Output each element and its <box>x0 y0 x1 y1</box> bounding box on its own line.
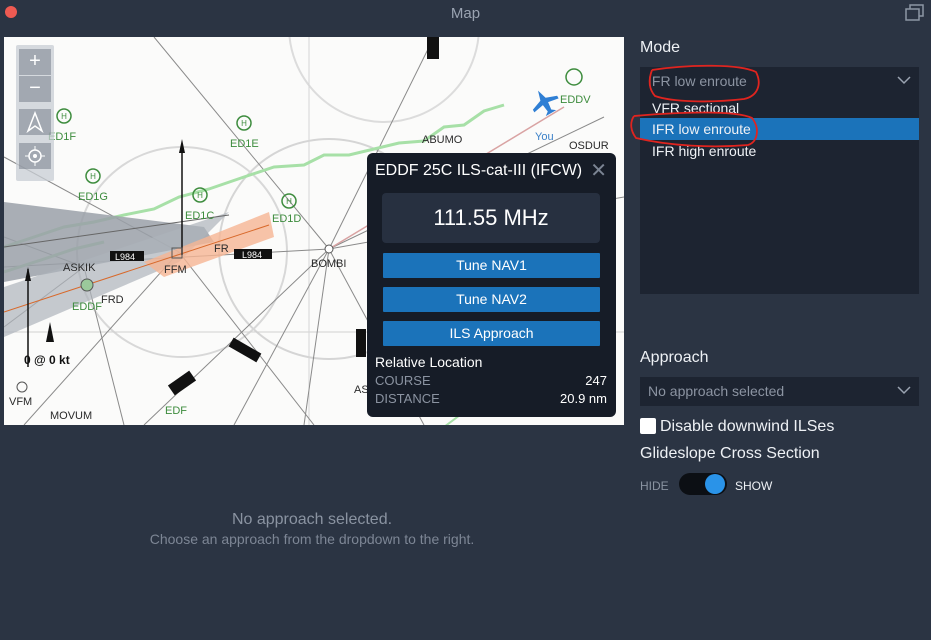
empty-state-title: No approach selected. <box>231 511 393 528</box>
navaid-label: FFM <box>164 264 187 276</box>
airport-label: EDF <box>165 405 187 417</box>
navaid-label: VFM <box>9 396 33 408</box>
north-up-button[interactable] <box>19 109 51 135</box>
title-bar: Map <box>0 0 931 28</box>
airway-label: L984 <box>115 252 136 262</box>
mode-option-ifr-low-enroute[interactable]: IFR low enroute <box>640 118 919 140</box>
mode-option-vfr-sectional[interactable]: VFR sectional <box>640 97 919 119</box>
airport-label: ED1E <box>230 138 259 150</box>
svg-text:H: H <box>61 112 67 121</box>
mode-label: Mode <box>640 39 681 56</box>
chevron-down-icon <box>897 386 911 395</box>
disable-downwind-label: Disable downwind ILSes <box>660 418 835 435</box>
popup-title: EDDF 25C ILS-cat-III (IFCW) <box>375 162 583 179</box>
svg-text:H: H <box>286 197 292 206</box>
tune-nav2-button[interactable]: Tune NAV2 <box>383 287 600 312</box>
waypoint-label: BOMBI <box>311 258 347 270</box>
approach-selected-value: No approach selected <box>648 383 785 399</box>
center-on-aircraft-button[interactable] <box>19 143 51 169</box>
svg-text:H: H <box>197 191 203 200</box>
mode-option-ifr-high-enroute[interactable]: IFR high enroute <box>640 140 919 162</box>
toggle-knob <box>705 474 725 494</box>
tune-nav1-button[interactable]: Tune NAV1 <box>383 253 600 278</box>
mode-dropdown[interactable]: IFR low enroute <box>640 67 919 96</box>
navaid-label: FR <box>214 243 229 255</box>
navaid-label: FRD <box>101 294 124 306</box>
relative-location-title: Relative Location <box>375 354 483 370</box>
svg-text:H: H <box>241 119 247 128</box>
you-label: You <box>535 131 554 143</box>
zoom-out-button[interactable]: − <box>19 76 51 102</box>
close-icon[interactable]: ✕ <box>590 161 607 181</box>
airport-label: EDDF <box>72 301 102 313</box>
mode-dropdown-list: VFR sectional IFR low enroute IFR high e… <box>640 96 919 294</box>
airport-label: ED1C <box>185 210 215 222</box>
airport-label: EDDV <box>560 94 591 106</box>
course-value: 247 <box>585 373 607 388</box>
course-row: COURSE 247 <box>375 373 607 388</box>
course-label: COURSE <box>375 373 431 388</box>
glideslope-toggle[interactable] <box>679 473 727 495</box>
svg-text:H: H <box>90 172 96 181</box>
waypoint-label: OSDUR <box>569 140 609 152</box>
ils-approach-button[interactable]: ILS Approach <box>383 321 600 346</box>
disable-downwind-checkbox[interactable] <box>640 418 656 434</box>
glideslope-label: Glideslope Cross Section <box>640 445 820 462</box>
zoom-in-button[interactable]: + <box>19 49 51 75</box>
frequency-display: 111.55 MHz <box>382 193 600 243</box>
crosshair-icon <box>25 146 45 166</box>
empty-state-subtitle: Choose an approach from the dropdown to … <box>149 531 475 547</box>
speed-readout: 0 @ 0 kt <box>24 353 70 367</box>
airport-label: ED1G <box>78 191 108 203</box>
map-controls: + − <box>16 45 54 181</box>
waypoint-label: ABUMO <box>422 134 463 146</box>
distance-value: 20.9 nm <box>560 391 607 406</box>
airport-label: ED1D <box>272 213 302 225</box>
mode-selected-value: IFR low enroute <box>648 73 747 89</box>
window-title: Map <box>450 5 481 22</box>
ils-popup: EDDF 25C ILS-cat-III (IFCW) ✕ 111.55 MHz… <box>367 153 616 417</box>
popout-icon[interactable] <box>905 4 925 22</box>
aircraft-icon <box>532 90 559 117</box>
waypoint-label: MOVUM <box>50 410 93 422</box>
chevron-down-icon <box>897 76 911 85</box>
distance-label: DISTANCE <box>375 391 440 406</box>
distance-row: DISTANCE 20.9 nm <box>375 391 607 406</box>
north-arrow-icon <box>26 110 44 134</box>
approach-dropdown[interactable]: No approach selected <box>640 377 919 406</box>
toggle-show-label: SHOW <box>735 479 773 493</box>
toggle-hide-label: HIDE <box>640 479 669 493</box>
approach-label: Approach <box>640 349 709 366</box>
airway-label: L984 <box>242 250 263 260</box>
waypoint-label: ASKIK <box>63 262 96 274</box>
